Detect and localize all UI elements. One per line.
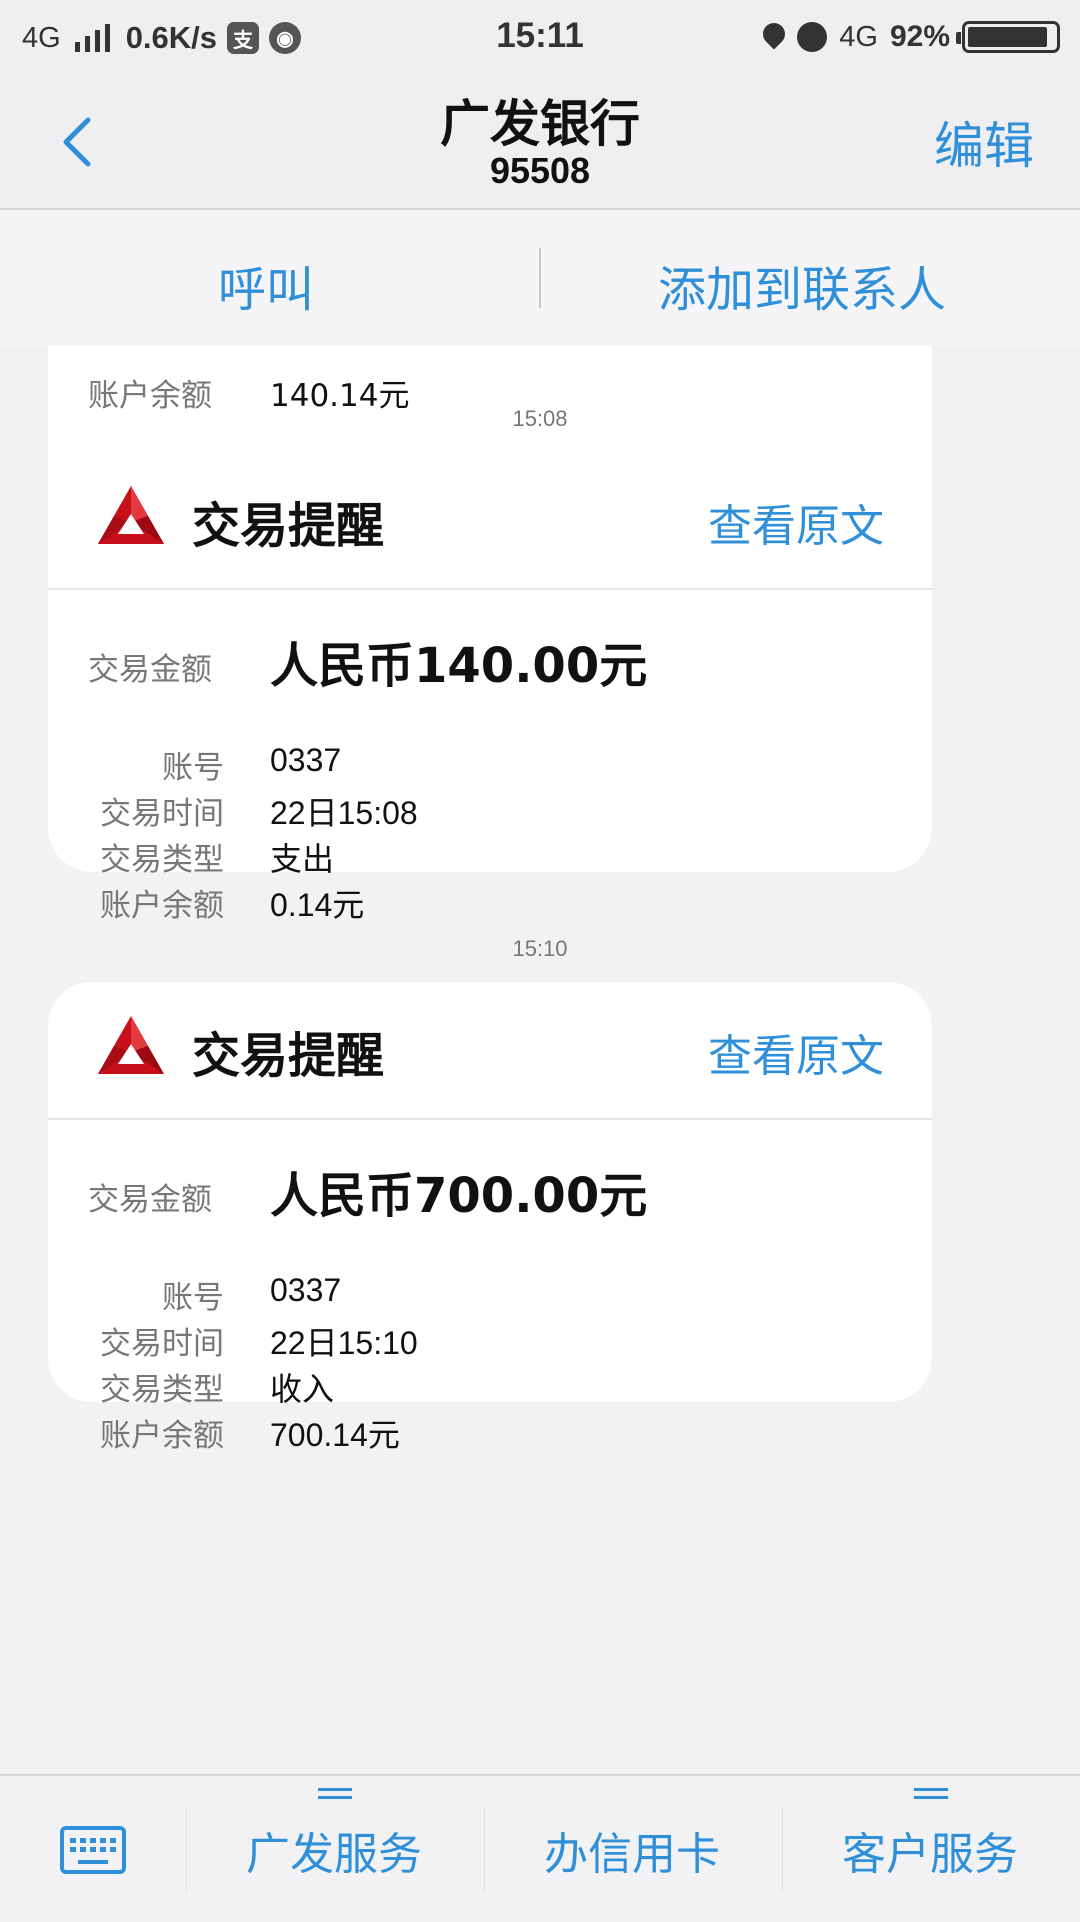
network-type-right: 4G	[839, 20, 878, 53]
card-header: 交易提醒 查看原文	[48, 982, 932, 1120]
field-value: 22日15:08	[270, 795, 418, 831]
menu-tab-customer-service[interactable]: 客户服务	[842, 1818, 1018, 1882]
amount-label: 交易金额	[88, 1182, 212, 1218]
location-icon	[758, 18, 790, 50]
conversation-header: 广发银行 95508 编辑	[0, 76, 1080, 210]
view-original-button[interactable]: 查看原文	[708, 490, 884, 554]
field-label: 账号	[162, 750, 224, 786]
view-original-button[interactable]: 查看原文	[708, 1020, 884, 1084]
amount-row: 交易金额 人民币140.00元	[88, 626, 908, 696]
add-contact-button[interactable]: 添加到联系人	[658, 250, 946, 320]
field-row: 账号 0337	[88, 1272, 908, 1318]
field-row: 账户余额 0.14元	[88, 880, 908, 926]
field-value: 700.14元	[270, 1417, 400, 1453]
bank-logo-icon	[98, 486, 164, 544]
amount-row: 交易金额 人民币700.00元	[88, 1156, 908, 1226]
status-right: 4G 92%	[758, 16, 1060, 58]
message-feed[interactable]: 账户余额 140.14元 15:08 交易提醒 查看原文 交易金额 人民币140…	[0, 346, 1080, 1774]
field-label: 交易类型	[100, 1372, 224, 1408]
message-timestamp: 15:10	[512, 936, 568, 961]
amount-label: 交易金额	[88, 652, 212, 688]
field-label: 账户余额	[100, 888, 224, 924]
menu-lines-icon	[318, 1788, 352, 1804]
amount-value: 人民币140.00元	[270, 638, 648, 694]
field-row: 交易类型 收入	[88, 1364, 908, 1410]
card-title: 交易提醒	[192, 498, 385, 554]
field-label: 交易类型	[100, 842, 224, 878]
field-label: 账号	[162, 1280, 224, 1316]
divider	[186, 1806, 187, 1892]
contact-actions: 呼叫 添加到联系人	[0, 210, 1080, 346]
alarm-icon	[797, 22, 828, 52]
message-card[interactable]: 交易提醒 查看原文 交易金额 人民币140.00元 账号 0337 交易时间 2…	[48, 452, 932, 924]
status-bar: 4G 0.6K/s 支 ◉ 15:11 4G 92%	[0, 0, 1080, 76]
keyboard-toggle-button[interactable]	[60, 1826, 126, 1874]
battery-percent: 92%	[889, 20, 950, 53]
menu-tab-gf-services[interactable]: 广发服务	[246, 1818, 422, 1882]
field-label: 交易时间	[100, 796, 224, 832]
menu-tab-credit-card[interactable]: 办信用卡	[544, 1818, 720, 1882]
divider	[484, 1806, 485, 1892]
card-header: 交易提醒 查看原文	[48, 452, 932, 590]
field-row: 账户余额 700.14元	[88, 1410, 908, 1456]
battery-icon	[956, 21, 1060, 53]
field-value: 0337	[270, 742, 342, 778]
field-label: 交易时间	[100, 1326, 224, 1362]
field-label: 账户余额	[100, 1418, 224, 1454]
amount-value: 人民币700.00元	[270, 1168, 648, 1224]
field-row: 账号 0337	[88, 742, 908, 788]
keyboard-icon	[70, 1838, 116, 1856]
message-timestamp: 15:08	[512, 406, 568, 431]
contact-number: 95508	[489, 150, 591, 191]
bank-logo-icon	[98, 1016, 164, 1074]
field-value: 收入	[270, 1371, 335, 1407]
divider	[782, 1806, 783, 1892]
service-menu-bar: 广发服务 办信用卡 客户服务	[0, 1774, 1080, 1922]
field-row: 交易时间 22日15:08	[88, 788, 908, 834]
field-value: 0.14元	[270, 887, 365, 923]
call-button[interactable]: 呼叫	[218, 250, 314, 320]
battery-fill	[968, 27, 1048, 47]
field-value: 22日15:10	[270, 1325, 418, 1361]
divider	[539, 248, 541, 308]
edit-button[interactable]: 编辑	[934, 106, 1034, 178]
field-value: 支出	[270, 841, 335, 877]
contact-name: 广发银行	[440, 95, 640, 153]
field-row: 交易类型 支出	[88, 834, 908, 880]
menu-lines-icon	[914, 1788, 948, 1804]
card-title: 交易提醒	[192, 1028, 385, 1084]
field-value: 0337	[270, 1272, 342, 1308]
message-card[interactable]: 交易提醒 查看原文 交易金额 人民币700.00元 账号 0337 交易时间 2…	[48, 982, 932, 1454]
field-row: 交易时间 22日15:10	[88, 1318, 908, 1364]
